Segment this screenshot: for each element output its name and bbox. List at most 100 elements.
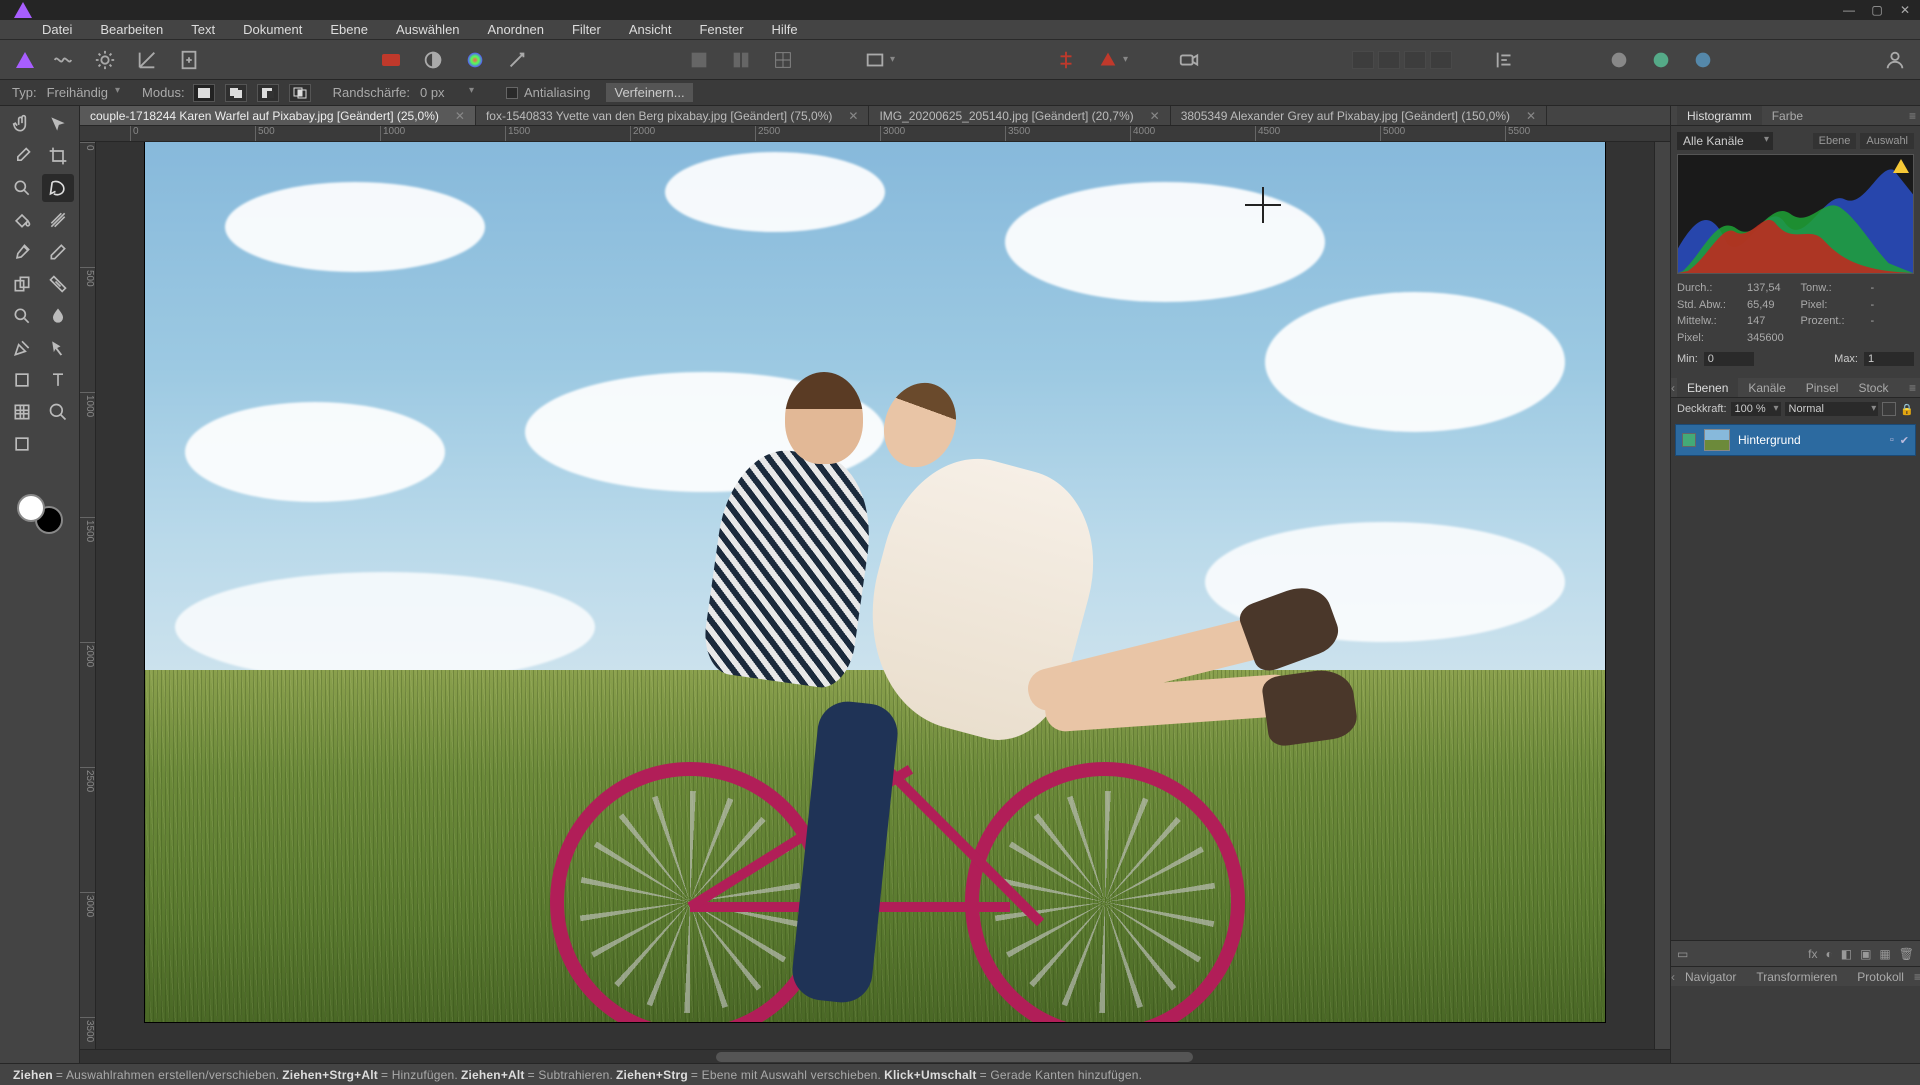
menu-auswaehlen[interactable]: Auswählen: [382, 20, 474, 39]
layer-row[interactable]: Hintergrund ▫✔: [1675, 424, 1916, 456]
quicklook-icon[interactable]: [862, 47, 888, 73]
tab-navigator[interactable]: Navigator: [1675, 967, 1746, 986]
tab-pinsel[interactable]: Pinsel: [1796, 378, 1849, 397]
mode-subtract-button[interactable]: [257, 84, 279, 102]
tab-close-icon[interactable]: ✕: [848, 109, 858, 123]
scrollbar-thumb[interactable]: [716, 1052, 1193, 1062]
horizontal-scrollbar[interactable]: [80, 1049, 1670, 1063]
color-swatches[interactable]: [17, 488, 63, 534]
add-mask-icon[interactable]: ▭: [1677, 947, 1688, 961]
mode-intersect-button[interactable]: [289, 84, 311, 102]
panel-menu-icon[interactable]: ≡: [1909, 381, 1916, 395]
auto-contrast-icon[interactable]: [420, 47, 446, 73]
panel-menu-icon[interactable]: ≡: [1909, 109, 1916, 123]
persona-tone-icon[interactable]: [134, 47, 160, 73]
cloud-3-icon[interactable]: [1690, 47, 1716, 73]
tab-close-icon[interactable]: ✕: [455, 109, 465, 123]
menu-dokument[interactable]: Dokument: [229, 20, 316, 39]
tab-kanaele[interactable]: Kanäle: [1738, 378, 1795, 397]
typ-select[interactable]: Freihändig: [43, 84, 122, 101]
channel-select[interactable]: Alle Kanäle: [1677, 132, 1773, 150]
window-close-button[interactable]: ✕: [1894, 2, 1916, 18]
layer-lock-icon[interactable]: ▫: [1890, 434, 1894, 447]
menu-text[interactable]: Text: [177, 20, 229, 39]
persona-photo-icon[interactable]: [16, 52, 34, 68]
record-icon[interactable]: [1176, 47, 1202, 73]
layer-gear-icon[interactable]: [1882, 402, 1896, 416]
document-tab-4[interactable]: 3805349 Alexander Grey auf Pixabay.jpg […: [1171, 106, 1547, 125]
vertical-scrollbar[interactable]: [1654, 142, 1670, 1049]
live-filter-icon[interactable]: ◧: [1841, 947, 1852, 961]
extra-tool-icon[interactable]: [6, 430, 38, 458]
horizontal-ruler[interactable]: 0 500 1000 1500 2000 2500 3000 3500 4000…: [80, 126, 1670, 142]
adjust-icon[interactable]: ◐: [1825, 947, 1832, 961]
opacity-input[interactable]: 100 %: [1731, 402, 1781, 416]
persona-develop-icon[interactable]: [92, 47, 118, 73]
healing-tool-icon[interactable]: [42, 270, 74, 298]
menu-ebene[interactable]: Ebene: [316, 20, 382, 39]
freehand-selection-tool-icon[interactable]: [42, 174, 74, 202]
shape-tool-icon[interactable]: [6, 366, 38, 394]
document-tab-1[interactable]: couple-1718244 Karen Warfel auf Pixabay.…: [80, 106, 476, 125]
window-minimize-button[interactable]: —: [1838, 2, 1860, 18]
account-icon[interactable]: [1882, 47, 1908, 73]
persona-export-icon[interactable]: [176, 47, 202, 73]
document-canvas[interactable]: [145, 142, 1605, 1022]
refine-button[interactable]: Verfeinern...: [606, 83, 692, 102]
menu-fenster[interactable]: Fenster: [685, 20, 757, 39]
feather-input[interactable]: 0 px: [416, 84, 476, 101]
layer-visibility-icon[interactable]: [1682, 433, 1696, 447]
blend-mode-select[interactable]: Normal: [1785, 402, 1879, 416]
node-tool-icon[interactable]: [42, 334, 74, 362]
tab-protokoll[interactable]: Protokoll: [1847, 967, 1914, 986]
foreground-color-swatch[interactable]: [17, 494, 45, 522]
menu-ansicht[interactable]: Ansicht: [615, 20, 686, 39]
cloud-1-icon[interactable]: [1606, 47, 1632, 73]
hand-tool-icon[interactable]: [6, 110, 38, 138]
tab-farbe[interactable]: Farbe: [1762, 106, 1813, 125]
menu-filter[interactable]: Filter: [558, 20, 615, 39]
dodge-tool-icon[interactable]: [6, 302, 38, 330]
tab-transformieren[interactable]: Transformieren: [1746, 967, 1847, 986]
mesh-tool-icon[interactable]: [6, 398, 38, 426]
crop-tool-icon[interactable]: [42, 142, 74, 170]
grid-1-icon[interactable]: [686, 47, 712, 73]
erase-tool-icon[interactable]: [42, 238, 74, 266]
tab-ebenen[interactable]: Ebenen: [1677, 378, 1738, 397]
zoom-tool-icon[interactable]: [42, 398, 74, 426]
pen-tool-icon[interactable]: [6, 334, 38, 362]
menu-bearbeiten[interactable]: Bearbeiten: [86, 20, 177, 39]
max-input[interactable]: [1864, 352, 1914, 366]
delete-layer-icon[interactable]: 🗑: [1899, 947, 1914, 961]
color-wheel-icon[interactable]: [462, 47, 488, 73]
wand-icon[interactable]: [504, 47, 530, 73]
text-tool-icon[interactable]: [42, 366, 74, 394]
paintbrush-tool-icon[interactable]: [6, 238, 38, 266]
align-guide-icon[interactable]: [1053, 47, 1079, 73]
gradient-tool-icon[interactable]: [42, 206, 74, 234]
vertical-ruler[interactable]: 0 500 1000 1500 2000 2500 3000 3500: [80, 142, 96, 1049]
fx-icon[interactable]: fx: [1808, 947, 1817, 961]
panel-menu-icon[interactable]: ≡: [1914, 970, 1920, 984]
mode-new-button[interactable]: [193, 84, 215, 102]
histogram-layer-button[interactable]: Ebene: [1813, 133, 1857, 149]
swatch-red-icon[interactable]: [378, 47, 404, 73]
document-tab-3[interactable]: IMG_20200625_205140.jpg [Geändert] (20,7…: [869, 106, 1170, 125]
tab-close-icon[interactable]: ✕: [1150, 109, 1160, 123]
histogram-selection-button[interactable]: Auswahl: [1860, 133, 1914, 149]
menu-hilfe[interactable]: Hilfe: [758, 20, 812, 39]
canvas-viewport[interactable]: [96, 142, 1654, 1049]
snap-shape-icon[interactable]: [1095, 47, 1121, 73]
mode-add-button[interactable]: [225, 84, 247, 102]
clone-tool-icon[interactable]: [6, 270, 38, 298]
cloud-2-icon[interactable]: [1648, 47, 1674, 73]
grid-2-icon[interactable]: [728, 47, 754, 73]
menu-anordnen[interactable]: Anordnen: [474, 20, 558, 39]
menu-datei[interactable]: Datei: [28, 20, 86, 39]
flood-fill-tool-icon[interactable]: [6, 206, 38, 234]
grid-3-icon[interactable]: [770, 47, 796, 73]
selection-brush-tool-icon[interactable]: [6, 174, 38, 202]
min-input[interactable]: [1704, 352, 1754, 366]
persona-liquify-icon[interactable]: [50, 47, 76, 73]
document-tab-2[interactable]: fox-1540833 Yvette van den Berg pixabay.…: [476, 106, 870, 125]
